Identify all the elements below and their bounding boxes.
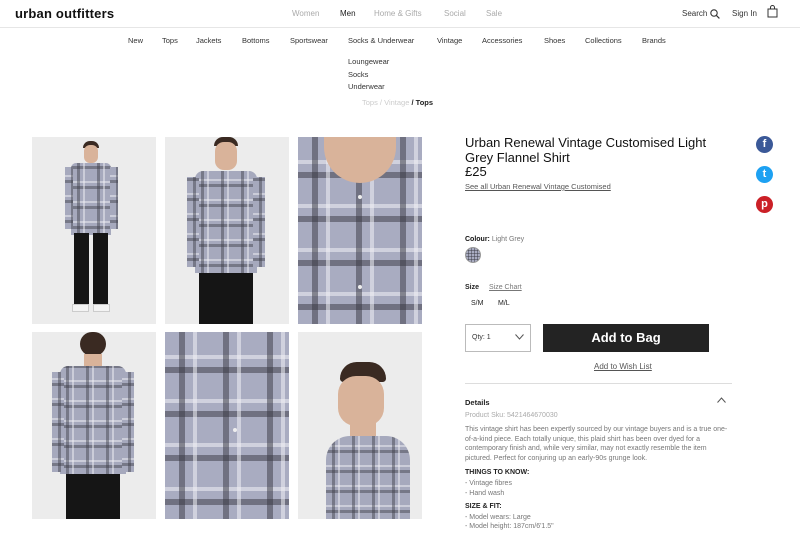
product-price: £25 [465, 164, 487, 179]
things-item-2: - Hand wash [465, 490, 505, 497]
socks-underwear-dropdown: Loungewear Socks Underwear [348, 57, 389, 95]
product-image-2[interactable] [165, 137, 289, 324]
details-heading[interactable]: Details [465, 398, 490, 407]
gender-tab-sale[interactable]: Sale [486, 9, 502, 18]
add-to-bag-button[interactable]: Add to Bag [543, 324, 709, 352]
category-accessories[interactable]: Accessories [482, 36, 522, 45]
twitter-icon[interactable]: t [756, 166, 773, 183]
product-image-4[interactable] [32, 332, 156, 519]
quantity-value: Qty: 1 [472, 334, 491, 341]
chevron-up-icon[interactable] [717, 397, 726, 403]
category-shoes[interactable]: Shoes [544, 36, 565, 45]
facebook-icon[interactable]: f [756, 136, 773, 153]
pinterest-icon[interactable]: p [756, 196, 773, 213]
category-jackets[interactable]: Jackets [196, 36, 221, 45]
product-description: This vintage shirt has been expertly sou… [465, 426, 728, 463]
search-label: Search [682, 9, 708, 19]
shopping-bag-icon[interactable] [767, 5, 778, 18]
product-sku: Product Sku: 5421464670030 [465, 412, 558, 419]
site-logo[interactable]: urban outfitters [15, 6, 114, 21]
product-image-3[interactable] [298, 137, 422, 324]
size-option-ml[interactable]: M/L [498, 300, 510, 307]
quantity-select[interactable]: Qty: 1 [465, 324, 531, 352]
dropdown-item-underwear[interactable]: Underwear [348, 82, 389, 95]
search-button[interactable]: Search [682, 9, 720, 19]
breadcrumb-current: / Tops [411, 98, 434, 107]
colour-label: Colour: [465, 236, 490, 243]
product-image-6[interactable] [298, 332, 422, 519]
category-bottoms[interactable]: Bottoms [242, 36, 270, 45]
size-option-sm[interactable]: S/M [471, 300, 483, 307]
breadcrumb: Tops / Vintage / Tops [362, 98, 433, 107]
product-title: Urban Renewal Vintage Customised Light G… [465, 135, 707, 165]
dropdown-item-loungewear[interactable]: Loungewear [348, 57, 389, 70]
gender-tab-women[interactable]: Women [292, 9, 319, 18]
things-item-1: - Vintage fibres [465, 480, 512, 487]
category-nav: New Tops Jackets Bottoms Sportswear Sock… [0, 36, 800, 50]
things-to-know-heading: THINGS TO KNOW: [465, 469, 530, 476]
dropdown-item-socks[interactable]: Socks [348, 70, 389, 83]
product-image-1[interactable] [32, 137, 156, 324]
category-socks-underwear[interactable]: Socks & Underwear [348, 36, 414, 45]
fit-item-2: - Model height: 187cm/6'1.5" [465, 523, 554, 530]
top-bar: urban outfitters Women Men Home & Gifts … [0, 0, 800, 28]
gender-tab-social[interactable]: Social [444, 9, 466, 18]
category-tops[interactable]: Tops [162, 36, 178, 45]
sign-in-link[interactable]: Sign In [732, 9, 757, 18]
see-all-link[interactable]: See all Urban Renewal Vintage Customised [465, 182, 611, 191]
chevron-down-icon [515, 334, 524, 340]
gender-tab-home-gifts[interactable]: Home & Gifts [374, 9, 422, 18]
category-brands[interactable]: Brands [642, 36, 666, 45]
product-gallery [32, 137, 422, 519]
size-fit-heading: SIZE & FIT: [465, 503, 502, 510]
size-chart-link[interactable]: Size Chart [489, 284, 522, 291]
colour-swatch-light-grey[interactable] [465, 247, 481, 263]
category-collections[interactable]: Collections [585, 36, 622, 45]
divider [465, 383, 732, 384]
breadcrumb-hidden[interactable]: Tops / Vintage [362, 98, 409, 107]
search-icon [709, 9, 720, 19]
colour-row: Colour: Light Grey [465, 236, 524, 243]
gender-tab-men[interactable]: Men [340, 9, 356, 18]
category-vintage[interactable]: Vintage [437, 36, 462, 45]
category-sportswear[interactable]: Sportswear [290, 36, 328, 45]
product-image-5[interactable] [165, 332, 289, 519]
colour-value: Light Grey [491, 236, 525, 243]
category-new[interactable]: New [128, 36, 143, 45]
add-to-wish-list-link[interactable]: Add to Wish List [594, 362, 652, 371]
size-label: Size [465, 284, 480, 291]
